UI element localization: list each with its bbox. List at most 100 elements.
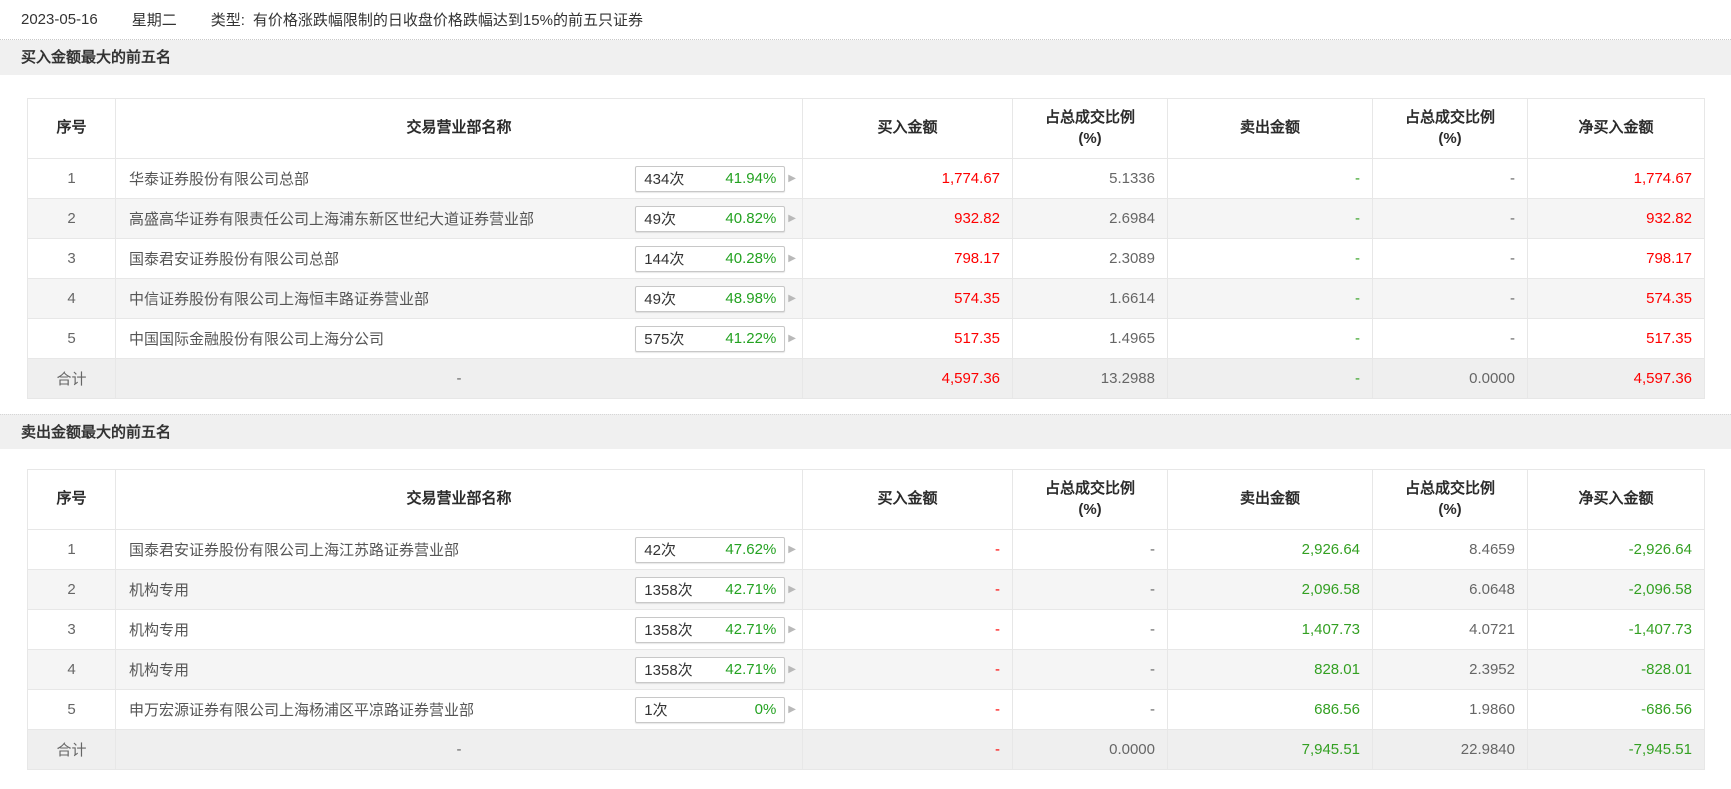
col-buy-ratio: 占总成交比例 (%) xyxy=(1012,469,1168,530)
col-buy-ratio: 占总成交比例 (%) xyxy=(1012,98,1168,159)
trade-count-badge[interactable]: 49次 40.82% ▶ xyxy=(635,205,796,232)
table-row: 2 高盛高华证券有限责任公司上海浦东新区世纪大道证券营业部 49次 40.82% ▶… xyxy=(27,198,1705,239)
sell-table: 序号 交易营业部名称 买入金额 占总成交比例 (%) 卖出金额 占总成交比例 (%)… xyxy=(27,469,1705,770)
sell-amount: - xyxy=(1167,158,1373,199)
buy-amount: - xyxy=(802,529,1013,570)
col-sell-ratio: 占总成交比例 (%) xyxy=(1372,98,1528,159)
broker-name: 机构专用 xyxy=(129,582,190,599)
buy-amount: 932.82 xyxy=(802,198,1013,239)
col-buy-amount: 买入金额 xyxy=(802,469,1013,530)
buy-ratio: 1.4965 xyxy=(1012,318,1168,359)
buy-table-wrap: 序号 交易营业部名称 买入金额 占总成交比例 (%) 卖出金额 占总成交比例 (%)… xyxy=(0,98,1731,399)
badge-percent: 41.22% xyxy=(725,330,777,347)
type-text: 有价格涨跌幅限制的日收盘价格跌幅达到15%的前五只证券 xyxy=(252,12,643,29)
col-sell-ratio: 占总成交比例 (%) xyxy=(1372,469,1528,530)
badge-percent: 48.98% xyxy=(725,290,777,307)
buy-amount: - xyxy=(802,689,1013,730)
col-sell-ratio-line2: (%) xyxy=(1438,500,1462,518)
col-buy-ratio-line2: (%) xyxy=(1078,500,1102,518)
table-row: 1 华泰证券股份有限公司总部 434次 41.94% ▶ 1,774.67 5.13… xyxy=(27,158,1705,199)
col-buy-ratio-line2: (%) xyxy=(1078,129,1102,147)
col-broker: 交易营业部名称 xyxy=(115,98,803,159)
table-row: 4 中信证券股份有限公司上海恒丰路证券营业部 49次 48.98% ▶ 574.35… xyxy=(27,278,1705,319)
broker-name: 高盛高华证券有限责任公司上海浦东新区世纪大道证券营业部 xyxy=(129,211,535,228)
badge-count: 42次 xyxy=(644,542,676,559)
total-sell-amount: 7,945.51 xyxy=(1167,729,1373,770)
sell-ratio: 1.9860 xyxy=(1372,689,1528,730)
row-index: 4 xyxy=(27,649,116,690)
trade-count-badge[interactable]: 42次 47.62% ▶ xyxy=(635,536,796,563)
row-index: 2 xyxy=(27,569,116,610)
sell-ratio: 4.0721 xyxy=(1372,609,1528,650)
trade-count-badge[interactable]: 1358次 42.71% ▶ xyxy=(635,576,796,603)
buy-ratio: - xyxy=(1012,609,1168,650)
chevron-right-icon: ▶ xyxy=(788,253,796,264)
col-seq: 序号 xyxy=(27,98,116,159)
buy-amount: - xyxy=(802,569,1013,610)
chevron-right-icon: ▶ xyxy=(788,544,796,555)
total-net-amount: 4,597.36 xyxy=(1527,358,1705,399)
badge-count: 1358次 xyxy=(644,662,693,679)
row-index: 5 xyxy=(27,318,116,359)
broker-name: 机构专用 xyxy=(129,662,190,679)
chevron-right-icon: ▶ xyxy=(788,293,796,304)
buy-table-header-row: 序号 交易营业部名称 买入金额 占总成交比例 (%) 卖出金额 占总成交比例 (%)… xyxy=(27,98,1705,159)
buy-ratio: - xyxy=(1012,649,1168,690)
total-sell-amount: - xyxy=(1167,358,1373,399)
chevron-right-icon: ▶ xyxy=(788,584,796,595)
sell-amount: 828.01 xyxy=(1167,649,1373,690)
col-buy-amount: 买入金额 xyxy=(802,98,1013,159)
badge-percent: 40.82% xyxy=(725,210,777,227)
row-index: 3 xyxy=(27,609,116,650)
badge-count: 49次 xyxy=(644,291,676,308)
chevron-right-icon: ▶ xyxy=(788,213,796,224)
chevron-right-icon: ▶ xyxy=(788,624,796,635)
sell-amount: 686.56 xyxy=(1167,689,1373,730)
sell-ratio: 6.0648 xyxy=(1372,569,1528,610)
buy-ratio: 2.3089 xyxy=(1012,238,1168,279)
sell-ratio: - xyxy=(1372,318,1528,359)
sell-amount: - xyxy=(1167,278,1373,319)
sell-amount: - xyxy=(1167,198,1373,239)
badge-count: 575次 xyxy=(644,331,685,348)
trade-count-badge[interactable]: 144次 40.28% ▶ xyxy=(635,245,796,272)
sell-ratio: - xyxy=(1372,238,1528,279)
net-amount: -2,096.58 xyxy=(1527,569,1705,610)
net-amount: -828.01 xyxy=(1527,649,1705,690)
buy-amount: 798.17 xyxy=(802,238,1013,279)
trade-count-badge[interactable]: 49次 48.98% ▶ xyxy=(635,285,796,312)
total-label: 合计 xyxy=(27,729,116,770)
sell-ratio: - xyxy=(1372,278,1528,319)
trade-count-badge[interactable]: 1358次 42.71% ▶ xyxy=(635,656,796,683)
trade-count-badge[interactable]: 1次 0% ▶ xyxy=(635,696,796,723)
col-buy-ratio-line1: 占总成交比例 xyxy=(1044,480,1135,498)
total-sell-ratio: 0.0000 xyxy=(1372,358,1528,399)
buy-ratio: - xyxy=(1012,529,1168,570)
badge-count: 144次 xyxy=(644,251,685,268)
total-buy-ratio: 0.0000 xyxy=(1012,729,1168,770)
badge-percent: 47.62% xyxy=(725,541,777,558)
trade-count-badge[interactable]: 575次 41.22% ▶ xyxy=(635,325,796,352)
trade-count-badge[interactable]: 1358次 42.71% ▶ xyxy=(635,616,796,643)
row-index: 5 xyxy=(27,689,116,730)
chevron-right-icon: ▶ xyxy=(788,664,796,675)
row-index: 2 xyxy=(27,198,116,239)
broker-name: 中国国际金融股份有限公司上海分公司 xyxy=(129,331,385,348)
chevron-right-icon: ▶ xyxy=(788,173,796,184)
total-buy-amount: - xyxy=(802,729,1013,770)
buy-amount: - xyxy=(802,609,1013,650)
total-buy-amount: 4,597.36 xyxy=(802,358,1013,399)
col-sell-ratio-line1: 占总成交比例 xyxy=(1404,109,1495,127)
col-net-amount: 净买入金额 xyxy=(1527,469,1705,530)
broker-cell: 国泰君安证券股份有限公司总部 144次 40.28% ▶ xyxy=(115,238,803,279)
row-index: 1 xyxy=(27,529,116,570)
col-sell-amount: 卖出金额 xyxy=(1167,98,1373,159)
sell-table-header-row: 序号 交易营业部名称 买入金额 占总成交比例 (%) 卖出金额 占总成交比例 (%)… xyxy=(27,469,1705,530)
buy-amount: - xyxy=(802,649,1013,690)
weekday-label: 星期二 xyxy=(131,12,177,29)
chevron-right-icon: ▶ xyxy=(788,704,796,715)
trade-count-badge[interactable]: 434次 41.94% ▶ xyxy=(635,165,796,192)
broker-cell: 中国国际金融股份有限公司上海分公司 575次 41.22% ▶ xyxy=(115,318,803,359)
sell-ratio: 2.3952 xyxy=(1372,649,1528,690)
table-row: 2 机构专用 1358次 42.71% ▶ - - 2,096.58 6.0648 … xyxy=(27,569,1705,610)
